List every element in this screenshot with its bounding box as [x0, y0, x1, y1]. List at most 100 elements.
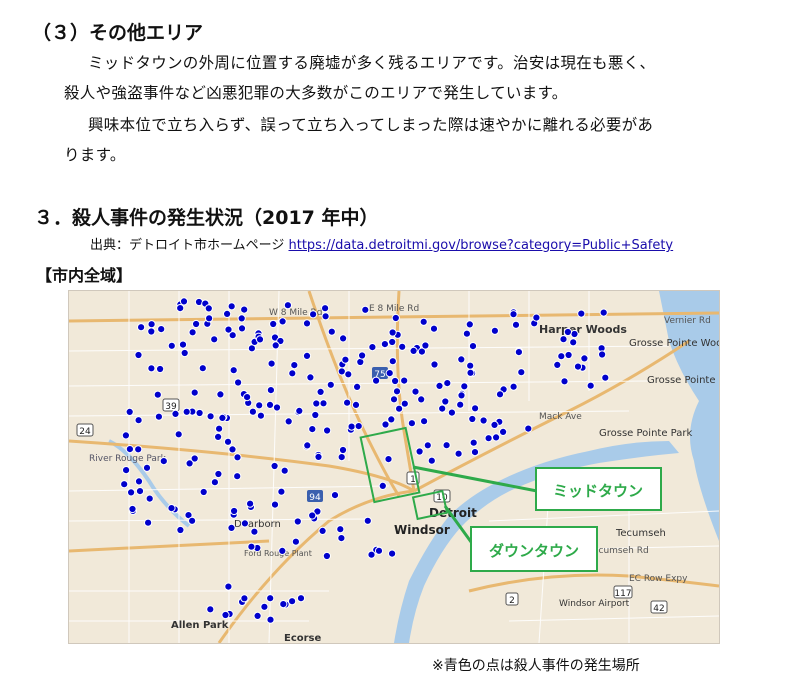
murder-dot — [147, 320, 156, 329]
murder-dot — [134, 445, 143, 454]
murder-dot — [389, 395, 399, 404]
murder-dot — [560, 377, 569, 386]
shield-24-icon: 24 — [76, 423, 94, 437]
murder-dot — [206, 605, 215, 614]
murder-dot — [344, 370, 353, 379]
murder-dot — [250, 527, 259, 536]
murder-dot — [457, 355, 466, 364]
murder-dot — [514, 348, 523, 357]
murder-dot — [337, 534, 346, 543]
murder-dot — [240, 305, 249, 314]
murder-dot — [291, 537, 300, 546]
murder-dot — [524, 424, 533, 433]
murder-dot — [419, 317, 428, 326]
murder-dot — [309, 310, 318, 319]
shield-42-icon: 42 — [650, 600, 668, 614]
murder-dot — [229, 366, 238, 375]
section3-line-3: 興味本位で立ち入らず、誤って立ち入ってしまった際は速やかに離れる必要があ — [88, 116, 654, 134]
label-ec-row: EC Row Expy — [629, 574, 688, 584]
label-windsor: Windsor — [394, 523, 450, 537]
murder-dot — [388, 328, 397, 337]
murder-dot — [314, 452, 323, 461]
murder-dot — [354, 422, 363, 431]
murder-dot — [341, 355, 350, 364]
murder-dot — [569, 338, 578, 347]
source-line: 出典：デトロイト市ホームページ https://data.detroitmi.g… — [90, 234, 673, 253]
murder-dot — [255, 335, 265, 344]
murder-dot — [233, 453, 242, 462]
source-link[interactable]: https://data.detroitmi.gov/browse?catego… — [289, 238, 674, 253]
svg-text:24: 24 — [79, 427, 91, 437]
svg-text:117: 117 — [614, 589, 631, 599]
murder-dot — [391, 376, 400, 386]
murder-dot — [415, 447, 424, 456]
murder-dot — [343, 398, 352, 407]
murder-dot — [454, 449, 463, 458]
murder-dot — [363, 516, 372, 525]
murder-dot — [495, 390, 505, 399]
murder-dot — [564, 350, 573, 360]
murder-dot — [230, 506, 239, 516]
murder-dot — [395, 404, 404, 413]
murder-dot — [368, 343, 377, 352]
murder-dot — [411, 387, 420, 396]
murder-dot — [288, 369, 297, 378]
murder-dot — [421, 341, 430, 350]
murder-dot — [260, 602, 269, 611]
murder-dot — [296, 594, 306, 603]
murder-dot — [492, 433, 501, 442]
murder-dot — [223, 309, 232, 318]
murder-dot — [147, 364, 156, 373]
murder-dot — [215, 424, 224, 433]
midtown-callout: ミッドタウン — [535, 467, 662, 511]
murder-dot — [563, 327, 572, 337]
murder-dot — [577, 309, 586, 318]
murder-dot — [509, 310, 518, 319]
murder-dot — [570, 329, 579, 339]
label-e-8-mile: E 8 Mile Rd — [369, 304, 419, 314]
murder-dot — [224, 325, 233, 334]
label-harper-woods: Harper Woods — [539, 323, 627, 336]
murder-dot — [460, 382, 469, 391]
murder-dot — [295, 406, 304, 416]
murder-dot — [284, 417, 293, 426]
label-windsor-airport: Windsor Airport — [559, 599, 630, 609]
murder-dot — [265, 400, 275, 410]
murder-dot — [337, 453, 346, 462]
murder-dot — [427, 456, 436, 465]
murder-dot — [128, 504, 137, 514]
murder-dot — [465, 320, 474, 329]
murder-dot — [308, 511, 317, 520]
downtown-callout: ダウンタウン — [470, 526, 598, 572]
murder-dot — [557, 352, 566, 361]
murder-dot — [171, 409, 180, 419]
murder-dot — [302, 319, 312, 328]
murder-dot — [372, 376, 381, 385]
murder-dot — [253, 611, 262, 620]
murder-dot — [302, 351, 312, 361]
murder-dot — [270, 500, 280, 509]
murder-dot — [586, 381, 595, 390]
murder-dot — [423, 441, 432, 450]
murder-dot — [185, 459, 194, 468]
murder-dot — [385, 369, 394, 378]
murder-dot — [358, 351, 367, 360]
murder-dot — [255, 401, 264, 410]
murder-dot — [147, 327, 156, 336]
murder-dot — [381, 420, 390, 429]
murder-dot — [214, 469, 223, 479]
murder-dot — [321, 304, 330, 313]
murder-dot — [462, 329, 471, 338]
murder-dot — [490, 326, 499, 335]
murder-dot — [192, 319, 201, 329]
murder-dot — [438, 404, 447, 413]
murder-dot — [137, 323, 146, 332]
murder-dot — [178, 340, 188, 349]
murder-dot — [430, 360, 439, 369]
murder-dot — [176, 525, 185, 535]
murder-dot — [227, 523, 236, 532]
murder-dot — [308, 425, 317, 434]
murder-dot — [468, 342, 478, 351]
murder-dot — [378, 481, 387, 490]
murder-dot — [190, 388, 199, 397]
